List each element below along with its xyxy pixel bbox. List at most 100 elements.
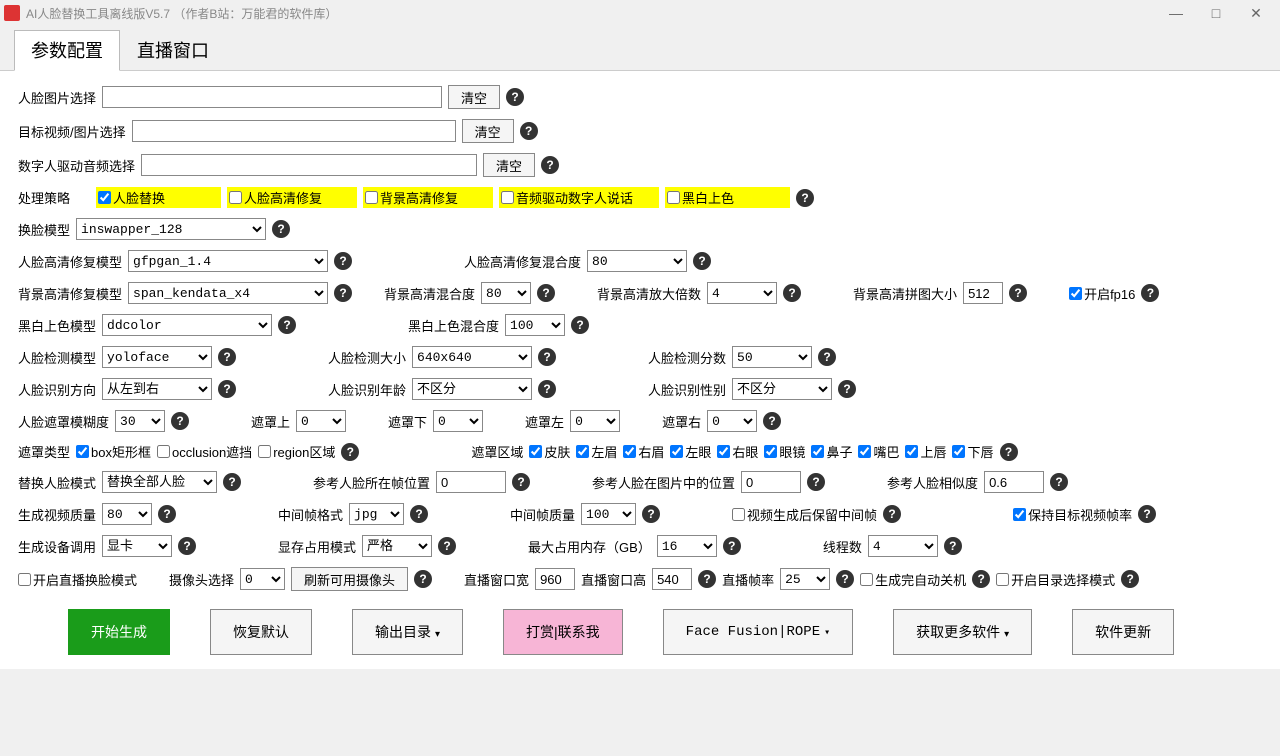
live-enable-checkbox[interactable]: 开启直播换脸模式 [18, 570, 137, 589]
face-hq-model-select[interactable]: gfpgan_1.4 [128, 250, 328, 272]
help-icon[interactable]: ? [838, 380, 856, 398]
tab-config[interactable]: 参数配置 [14, 30, 120, 71]
bw-blend-select[interactable]: 100 [505, 314, 565, 336]
help-icon[interactable]: ? [763, 412, 781, 430]
swap-model-select[interactable]: inswapper_128 [76, 218, 266, 240]
help-icon[interactable]: ? [158, 505, 176, 523]
help-icon[interactable]: ? [512, 473, 530, 491]
help-icon[interactable]: ? [698, 570, 716, 588]
help-icon[interactable]: ? [818, 348, 836, 366]
refresh-camera-button[interactable]: 刷新可用摄像头 [291, 567, 408, 591]
help-icon[interactable]: ? [1141, 284, 1159, 302]
mask-top-select[interactable]: 0 [296, 410, 346, 432]
face-fusion-button[interactable]: Face Fusion|ROPE [663, 609, 853, 655]
keep-fps-checkbox[interactable]: 保持目标视频帧率 [1013, 505, 1132, 524]
strategy-face-hq[interactable]: 人脸高清修复 [227, 187, 357, 208]
audio-driver-clear-button[interactable]: 清空 [483, 153, 535, 177]
mask-area-glasses[interactable]: 眼镜 [764, 442, 805, 461]
mask-bot-select[interactable]: 0 [433, 410, 483, 432]
help-icon[interactable]: ? [218, 348, 236, 366]
mask-left-select[interactable]: 0 [570, 410, 620, 432]
help-icon[interactable]: ? [1121, 570, 1139, 588]
help-icon[interactable]: ? [1000, 443, 1018, 461]
ref-pos-input[interactable] [741, 471, 801, 493]
help-icon[interactable]: ? [944, 537, 962, 555]
output-dir-button[interactable]: 输出目录 [352, 609, 463, 655]
help-icon[interactable]: ? [341, 443, 359, 461]
ref-mode-select[interactable]: 替换全部人脸 [102, 471, 217, 493]
threads-select[interactable]: 4 [868, 535, 938, 557]
help-icon[interactable]: ? [537, 284, 555, 302]
mask-area-nose[interactable]: 鼻子 [811, 442, 852, 461]
camera-select[interactable]: 0 [240, 568, 285, 590]
mask-type-box[interactable]: box矩形框 [76, 442, 151, 461]
device-select[interactable]: 显卡 [102, 535, 172, 557]
help-icon[interactable]: ? [642, 505, 660, 523]
help-icon[interactable]: ? [223, 473, 241, 491]
mask-right-select[interactable]: 0 [707, 410, 757, 432]
face-image-input[interactable] [102, 86, 442, 108]
mask-area-reye[interactable]: 右眼 [717, 442, 758, 461]
help-icon[interactable]: ? [178, 537, 196, 555]
strategy-audio-driven[interactable]: 音频驱动数字人说话 [499, 187, 659, 208]
mask-area-llip[interactable]: 下唇 [952, 442, 993, 461]
mask-type-occlusion[interactable]: occlusion遮挡 [157, 442, 252, 461]
help-icon[interactable]: ? [414, 570, 432, 588]
donate-button[interactable]: 打赏|联系我 [503, 609, 623, 655]
help-icon[interactable]: ? [272, 220, 290, 238]
help-icon[interactable]: ? [796, 189, 814, 207]
strategy-bw-colorize[interactable]: 黑白上色 [665, 187, 790, 208]
video-fq-select[interactable]: 100 [581, 503, 636, 525]
minimize-button[interactable]: — [1156, 5, 1196, 21]
mask-area-skin[interactable]: 皮肤 [529, 442, 570, 461]
help-icon[interactable]: ? [693, 252, 711, 270]
help-icon[interactable]: ? [571, 316, 589, 334]
help-icon[interactable]: ? [334, 284, 352, 302]
help-icon[interactable]: ? [723, 537, 741, 555]
strategy-face-swap[interactable]: 人脸替换 [96, 187, 221, 208]
help-icon[interactable]: ? [807, 473, 825, 491]
vram-mode-select[interactable]: 严格 [362, 535, 432, 557]
mask-area-leye[interactable]: 左眼 [670, 442, 711, 461]
fp16-checkbox[interactable]: 开启fp16 [1069, 284, 1135, 303]
mask-blur-select[interactable]: 30 [115, 410, 165, 432]
max-mem-select[interactable]: 16 [657, 535, 717, 557]
help-icon[interactable]: ? [438, 537, 456, 555]
help-icon[interactable]: ? [278, 316, 296, 334]
help-icon[interactable]: ? [1050, 473, 1068, 491]
help-icon[interactable]: ? [520, 122, 538, 140]
live-w-input[interactable] [535, 568, 575, 590]
bg-hq-model-select[interactable]: span_kendata_x4 [128, 282, 328, 304]
help-icon[interactable]: ? [541, 156, 559, 174]
strategy-bg-hq[interactable]: 背景高清修复 [363, 187, 493, 208]
more-software-button[interactable]: 获取更多软件 [893, 609, 1032, 655]
help-icon[interactable]: ? [171, 412, 189, 430]
bg-hq-blend-select[interactable]: 80 [481, 282, 531, 304]
recog-dir-select[interactable]: 从左到右 [102, 378, 212, 400]
video-q-select[interactable]: 80 [102, 503, 152, 525]
close-button[interactable]: ✕ [1236, 5, 1276, 22]
auto-shutdown-checkbox[interactable]: 生成完自动关机 [860, 570, 966, 589]
help-icon[interactable]: ? [538, 380, 556, 398]
mask-area-rbrow[interactable]: 右眉 [623, 442, 664, 461]
bg-hq-scale-select[interactable]: 4 [707, 282, 777, 304]
help-icon[interactable]: ? [1009, 284, 1027, 302]
detect-score-select[interactable]: 50 [732, 346, 812, 368]
ref-frame-input[interactable] [436, 471, 506, 493]
recog-gender-select[interactable]: 不区分 [732, 378, 832, 400]
live-h-input[interactable] [652, 568, 692, 590]
help-icon[interactable]: ? [1138, 505, 1156, 523]
detect-model-select[interactable]: yoloface [102, 346, 212, 368]
update-button[interactable]: 软件更新 [1072, 609, 1174, 655]
mask-area-ulip[interactable]: 上唇 [905, 442, 946, 461]
help-icon[interactable]: ? [836, 570, 854, 588]
mask-area-lbrow[interactable]: 左眉 [576, 442, 617, 461]
ref-sim-input[interactable] [984, 471, 1044, 493]
mask-type-region[interactable]: region区域 [258, 442, 335, 461]
keep-frames-checkbox[interactable]: 视频生成后保留中间帧 [732, 505, 877, 524]
detect-size-select[interactable]: 640x640 [412, 346, 532, 368]
reset-button[interactable]: 恢复默认 [210, 609, 312, 655]
start-button[interactable]: 开始生成 [68, 609, 170, 655]
help-icon[interactable]: ? [410, 505, 428, 523]
audio-driver-input[interactable] [141, 154, 477, 176]
